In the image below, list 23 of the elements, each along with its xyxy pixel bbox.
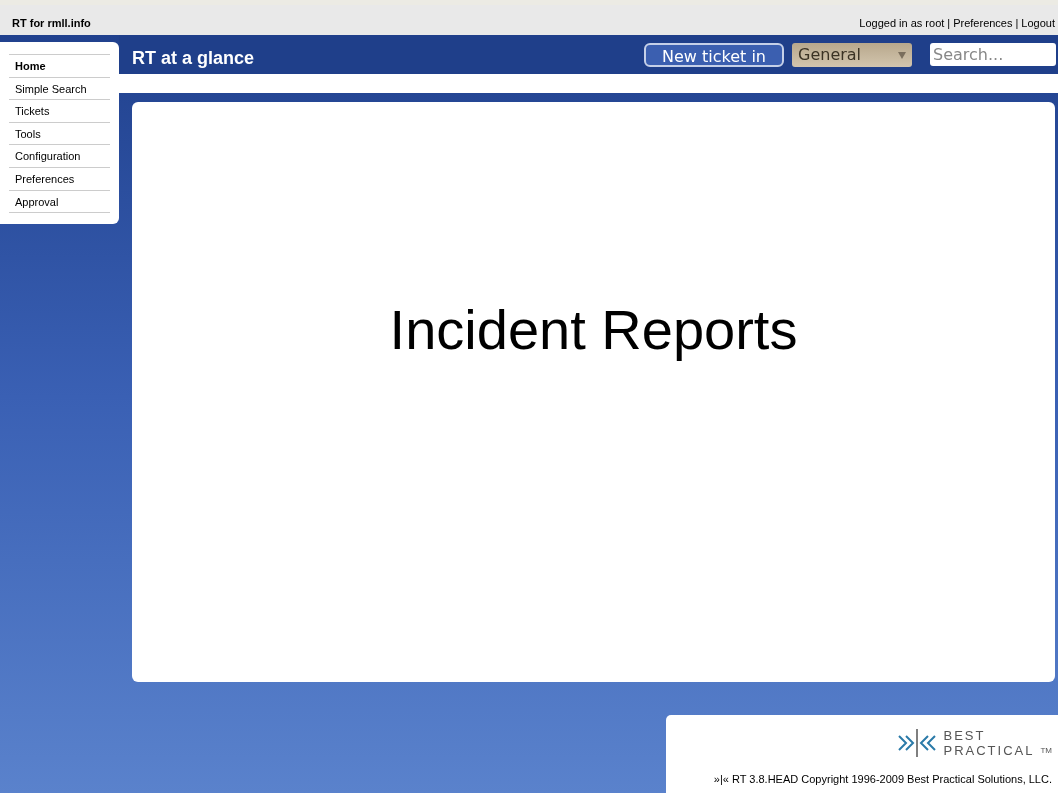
sidebar-item[interactable]: Preferences — [9, 167, 110, 191]
header-link[interactable]: Logout — [1021, 14, 1055, 31]
sidebar-item[interactable]: Tools — [9, 122, 110, 146]
copyright-text: »|« RT 3.8.HEAD Copyright 1996-2009 Best Practical Solutions, LLC. — [713, 772, 1052, 787]
login-status: Logged in as root — [859, 15, 945, 31]
trademark-mark: TM — [1040, 745, 1052, 757]
search-field[interactable]: Search... — [930, 43, 1056, 66]
sidebar-item[interactable]: Tickets — [9, 100, 110, 123]
header-link[interactable]: Preferences — [953, 14, 1013, 31]
sidebar-item[interactable]: Home — [9, 55, 110, 78]
sidebar-item[interactable]: Simple Search — [9, 77, 110, 101]
logo-mark-icon — [897, 727, 938, 759]
site-title: RT for rmll.info — [12, 15, 91, 31]
new-ticket-button[interactable]: New ticket in — [644, 42, 784, 67]
page-title: RT at a glance — [132, 46, 256, 70]
dropdown-arrow-icon — [898, 50, 906, 59]
logo-text: PRACTICAL — [943, 743, 1035, 758]
sidebar-item[interactable]: Approval — [9, 190, 110, 214]
logo-text: BEST — [943, 728, 987, 743]
queue-select[interactable]: General — [792, 42, 912, 67]
link-separator: | — [1015, 15, 1019, 31]
link-separator: | — [947, 15, 951, 31]
sidebar-item[interactable]: Configuration — [9, 145, 110, 168]
